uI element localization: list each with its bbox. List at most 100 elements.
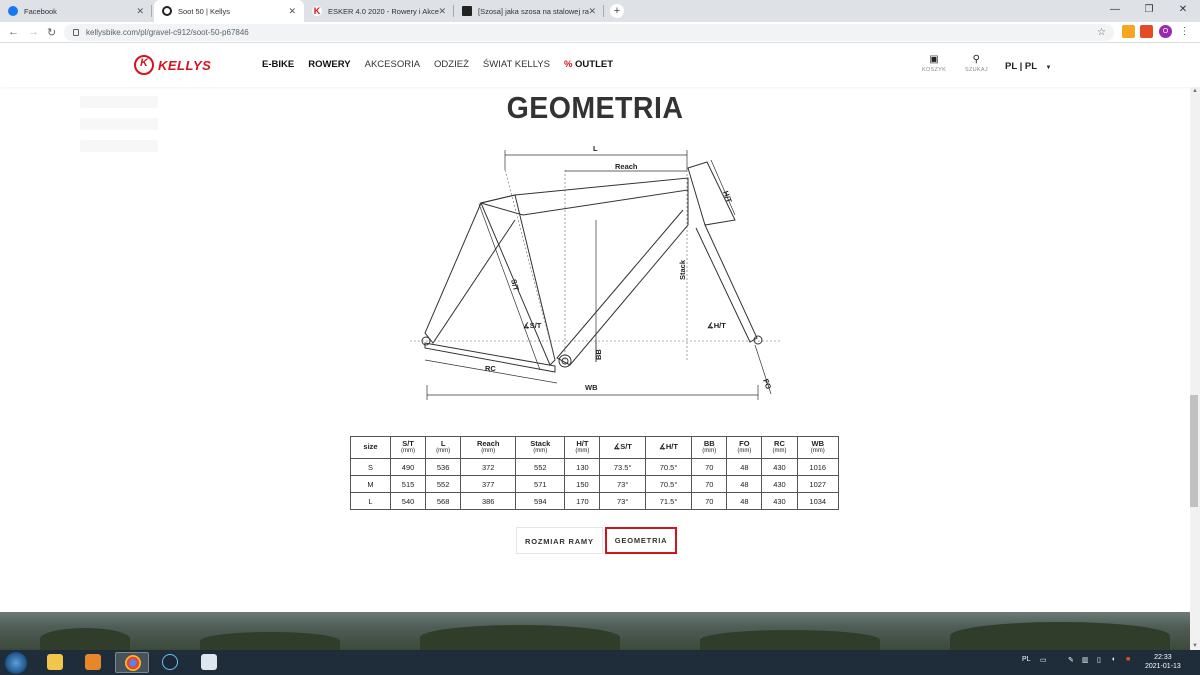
scroll-down-icon[interactable]: ▼ <box>1190 643 1200 649</box>
column-header: RC (mm) <box>761 436 798 459</box>
new-tab-button[interactable]: + <box>610 4 624 18</box>
scroll-up-icon[interactable]: ▲ <box>1190 88 1200 94</box>
table-cell: 490 <box>389 458 427 476</box>
table-cell: M <box>350 475 391 493</box>
start-button[interactable] <box>5 652 27 674</box>
nav-item-outlet[interactable]: % OUTLET <box>564 59 613 70</box>
close-tab-icon[interactable]: ✕ <box>438 6 446 17</box>
url-text: kellysbike.com/pl/gravel-c912/soot-50-p6… <box>86 28 249 37</box>
folder-icon <box>47 654 63 670</box>
label-reach: Reach <box>615 162 638 171</box>
profile-avatar[interactable]: O <box>1159 25 1172 38</box>
column-header-unit: (mm) <box>481 448 496 455</box>
search-button[interactable]: ⚲ SZUKAJ <box>965 54 988 73</box>
site-header: KELLYS E-BIKE ROWERY AKCESORIA ODZIEŻ ŚW… <box>0 43 1200 87</box>
column-header-unit: (mm) <box>436 448 451 455</box>
top-tube <box>479 177 689 216</box>
keyboard-icon[interactable]: ▭ <box>1040 656 1047 664</box>
chevron-down-icon: ▼ <box>1045 65 1052 71</box>
table-cell: 430 <box>761 475 798 493</box>
label-stack: Stack <box>678 259 687 280</box>
input-language[interactable]: PL <box>1022 656 1031 663</box>
network-icon[interactable]: ▥ <box>1082 656 1089 664</box>
taskbar-chrome[interactable] <box>115 652 149 673</box>
main-nav: E-BIKE ROWERY AKCESORIA ODZIEŻ ŚWIAT KEL… <box>262 59 613 70</box>
lock-icon <box>73 29 79 36</box>
minimize-icon[interactable]: — <box>1098 0 1132 22</box>
column-header: Stack (mm) <box>515 436 566 459</box>
document-icon <box>201 654 217 670</box>
column-header-label: WB <box>811 439 825 449</box>
nav-item-rowery[interactable]: ROWERY <box>308 59 350 70</box>
search-label: SZUKAJ <box>965 67 988 73</box>
table-cell: 70 <box>691 492 728 510</box>
maximize-icon[interactable]: ❐ <box>1132 0 1166 22</box>
bookmark-star-icon[interactable]: ☆ <box>1097 24 1106 41</box>
tray-icon[interactable]: ✎ <box>1068 656 1074 664</box>
frame-size-button[interactable]: ROZMIAR RAMY <box>516 527 603 554</box>
tab-szosa[interactable]: [Szosa] jaka szosa na stalowej ra ✕ <box>454 0 604 22</box>
extension-icon[interactable] <box>1122 25 1135 38</box>
geometry-button[interactable]: GEOMETRIA <box>604 527 678 554</box>
table-cell: 568 <box>425 492 462 510</box>
column-header-unit: (mm) <box>737 448 752 455</box>
language-label: PL | PL <box>1005 61 1037 72</box>
cart-button[interactable]: ▣ KOSZYK <box>922 54 946 73</box>
column-header-unit: (mm) <box>772 448 787 455</box>
extension-pdf-icon[interactable] <box>1140 25 1153 38</box>
nav-item-ebike[interactable]: E-BIKE <box>262 59 294 70</box>
battery-icon[interactable]: ▯ <box>1097 656 1101 664</box>
browser-toolbar: ← → ↻ kellysbike.com/pl/gravel-c912/soot… <box>0 22 1200 43</box>
tab-facebook[interactable]: Facebook ✕ <box>0 0 152 22</box>
table-header-row: size S/T (mm) L (mm) Reach (mm) Stack (mm) H/T (mm… <box>350 436 840 459</box>
table-cell: 48 <box>726 475 763 493</box>
column-header-label: FO <box>739 439 750 449</box>
nav-item-akcesoria[interactable]: AKCESORIA <box>365 59 420 70</box>
taskbar-app[interactable] <box>192 652 226 673</box>
menu-kebab-icon[interactable]: ⋮ <box>1178 25 1191 38</box>
taskbar-clock[interactable]: 22:33 2021-01-13 <box>1145 653 1181 671</box>
table-cell: 377 <box>460 475 517 493</box>
bottom-bracket <box>558 354 572 368</box>
nav-item-swiat-kellys[interactable]: ŚWIAT KELLYS <box>483 59 550 70</box>
kellys-logo[interactable]: KELLYS <box>134 55 211 75</box>
close-tab-icon[interactable]: ✕ <box>288 6 296 17</box>
forward-arrow-icon[interactable]: → <box>28 26 39 38</box>
table-cell: 73° <box>599 492 646 510</box>
reload-icon[interactable]: ↻ <box>47 26 56 39</box>
volume-icon[interactable]: ◖ <box>1111 656 1115 663</box>
back-arrow-icon[interactable]: ← <box>8 26 19 38</box>
tab-esker[interactable]: K ESKER 4.0 2020 - Rowery i Akce ✕ <box>304 0 454 22</box>
clock-date: 2021-01-13 <box>1145 663 1181 670</box>
geometry-table: size S/T (mm) L (mm) Reach (mm) Stack (mm) H/T (mm… <box>350 436 840 510</box>
address-bar[interactable]: kellysbike.com/pl/gravel-c912/soot-50-p6… <box>64 24 1114 41</box>
taskbar-explorer[interactable] <box>38 652 72 673</box>
taskbar-media[interactable] <box>76 652 110 673</box>
table-row: M 515 552 377 571 150 73° 70.5° 70 48 430 1027 <box>350 475 840 493</box>
column-header: size <box>350 436 391 459</box>
fork <box>695 224 758 343</box>
tab-soot-50[interactable]: Soot 50 | Kellys ✕ <box>154 0 304 22</box>
column-header-label: RC <box>774 439 785 449</box>
close-tab-icon[interactable]: ✕ <box>136 6 144 17</box>
column-header: ∡H/T <box>644 436 693 459</box>
nav-item-odziez[interactable]: ODZIEŻ <box>434 59 469 70</box>
table-row: L 540 568 386 594 170 73° 71.5° 70 48 430 1034 <box>350 492 840 510</box>
scrollbar-thumb[interactable] <box>1190 395 1198 507</box>
page-scrollbar[interactable]: ▲ ▼ <box>1190 87 1200 650</box>
tray-app-icon[interactable]: ■ <box>1126 656 1130 663</box>
close-tab-icon[interactable]: ✕ <box>588 6 596 17</box>
table-cell: 170 <box>564 492 601 510</box>
label-l: L <box>593 144 598 153</box>
column-header-unit: (mm) <box>702 448 717 455</box>
language-selector[interactable]: PL | PL ▼ <box>1005 61 1051 72</box>
tab-title: ESKER 4.0 2020 - Rowery i Akce <box>328 6 439 16</box>
close-window-icon[interactable]: ✕ <box>1166 0 1200 22</box>
label-ht: H/T <box>721 190 734 205</box>
taskbar-steam[interactable] <box>153 652 187 673</box>
table-cell: 70 <box>691 458 728 476</box>
table-row: S 490 536 372 552 130 73.5° 70.5° 70 48 430 1016 <box>350 458 840 476</box>
tab-title: [Szosa] jaka szosa na stalowej ra <box>478 6 589 16</box>
down-tube <box>556 178 689 366</box>
tab-title: Soot 50 | Kellys <box>178 6 230 16</box>
